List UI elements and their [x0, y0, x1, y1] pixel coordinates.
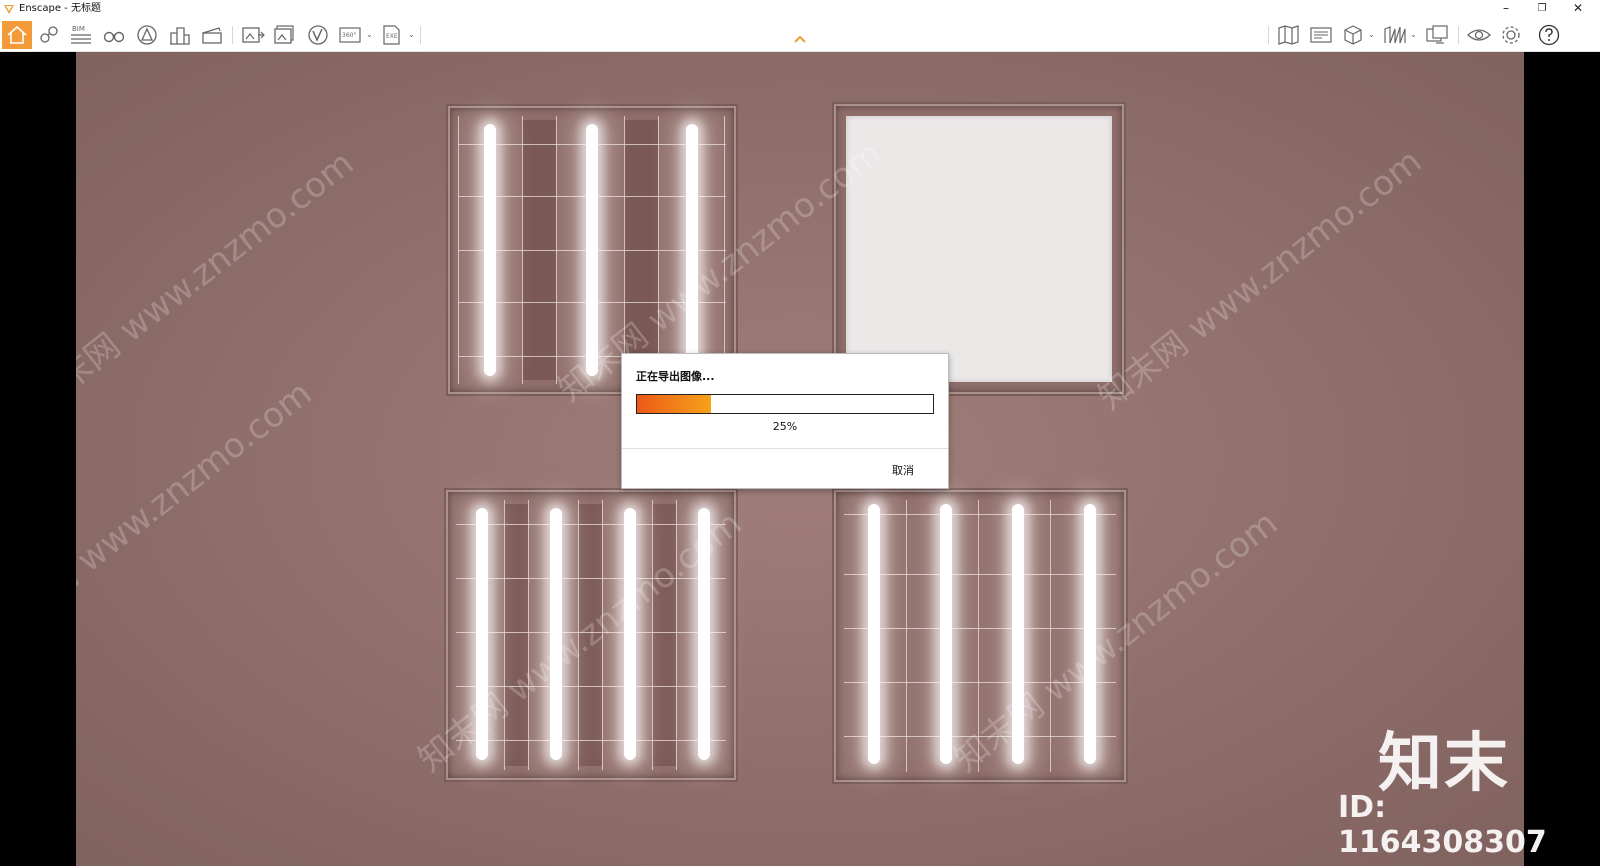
vr-button[interactable]: [305, 23, 331, 47]
help-icon: [1538, 24, 1560, 46]
chevron-down-icon[interactable]: ⌄: [1368, 30, 1375, 39]
material-editor-icon: [1426, 25, 1448, 44]
exe-export-icon: EXE: [383, 25, 400, 45]
enscape-logo-icon: [4, 5, 14, 14]
batch-render-button[interactable]: [272, 23, 298, 47]
panorama-button[interactable]: 360°: [338, 23, 364, 47]
home-button[interactable]: [2, 21, 32, 49]
binoculars-button[interactable]: [101, 23, 127, 47]
settings-icon: [1502, 26, 1520, 44]
watermark-text: 知末网 www.znzmo.com: [76, 143, 362, 420]
view-cube-button[interactable]: [1340, 23, 1366, 47]
video-editor-button[interactable]: [199, 23, 225, 47]
collapse-toolbar-icon[interactable]: [793, 34, 807, 44]
light-panel-face: [846, 116, 1112, 382]
location-button[interactable]: [36, 23, 62, 47]
image-id-label: ID: 1164308307: [1338, 790, 1547, 860]
dialog-title: 正在导出图像...: [636, 370, 715, 383]
home-icon: [7, 25, 27, 44]
toolbar-divider: [232, 26, 233, 44]
watermark-text: 知末网 www.znzmo.com: [76, 373, 320, 650]
eye-icon: [1467, 29, 1491, 41]
map-button[interactable]: [1276, 23, 1302, 47]
restore-button[interactable]: ❐: [1524, 0, 1560, 18]
progress-fill: [637, 395, 711, 413]
panorama-360-icon: 360°: [339, 27, 361, 43]
batch-render-icon: [274, 25, 294, 44]
flat-panel-light: [834, 104, 1124, 394]
close-button[interactable]: ✕: [1560, 0, 1596, 18]
toolbar-divider: [420, 26, 421, 44]
minimize-button[interactable]: –: [1488, 0, 1524, 18]
asset-library-button[interactable]: [134, 23, 160, 47]
help-button[interactable]: [1536, 23, 1562, 47]
binoculars-icon: [103, 31, 125, 43]
svg-text:360°: 360°: [342, 32, 356, 39]
export-screenshot-icon: [242, 27, 265, 43]
progress-percent-label: 25%: [772, 420, 798, 433]
export-progress-bar: [636, 394, 934, 414]
svg-text:BIM: BIM: [72, 25, 85, 33]
settings-button[interactable]: [1498, 23, 1524, 47]
render-image-button[interactable]: [240, 23, 266, 47]
title-bar: Enscape - 无标题 – ❐ ✕: [0, 0, 1600, 18]
visual-presets-button[interactable]: [1382, 23, 1408, 47]
chevron-down-icon[interactable]: ⌄: [1410, 30, 1417, 39]
view-settings-button[interactable]: [1466, 23, 1492, 47]
site-context-button[interactable]: [167, 23, 193, 47]
clapperboard-icon: [202, 27, 222, 44]
bim-button[interactable]: BIM: [68, 23, 94, 47]
bim-icon: BIM: [71, 25, 91, 44]
cancel-button[interactable]: 取消: [892, 462, 914, 478]
map-icon: [1278, 25, 1299, 45]
export-progress-dialog: 正在导出图像... 25% 取消: [621, 353, 949, 489]
svg-text:EXE: EXE: [386, 33, 398, 40]
watermark-text: 知末网 www.znzmo.com: [1090, 141, 1430, 418]
toolbar-divider: [1458, 26, 1459, 44]
window-title: Enscape - 无标题: [19, 3, 101, 14]
view-cube-icon: [1344, 25, 1362, 45]
chevron-down-icon[interactable]: ⌄: [366, 30, 373, 39]
exe-export-button[interactable]: EXE: [380, 23, 406, 47]
toolbar-divider: [1268, 26, 1269, 44]
buildings-icon: [170, 27, 190, 45]
visual-presets-icon: [1384, 26, 1406, 44]
material-editor-button[interactable]: [1424, 23, 1450, 47]
dialog-divider: [622, 448, 948, 449]
collaboration-icon: [1310, 27, 1332, 43]
asset-library-icon: [137, 25, 157, 45]
vr-icon: [308, 25, 328, 45]
collaboration-button[interactable]: [1308, 23, 1334, 47]
chevron-down-icon[interactable]: ⌄: [408, 30, 415, 39]
location-pin-icon: [40, 26, 58, 43]
